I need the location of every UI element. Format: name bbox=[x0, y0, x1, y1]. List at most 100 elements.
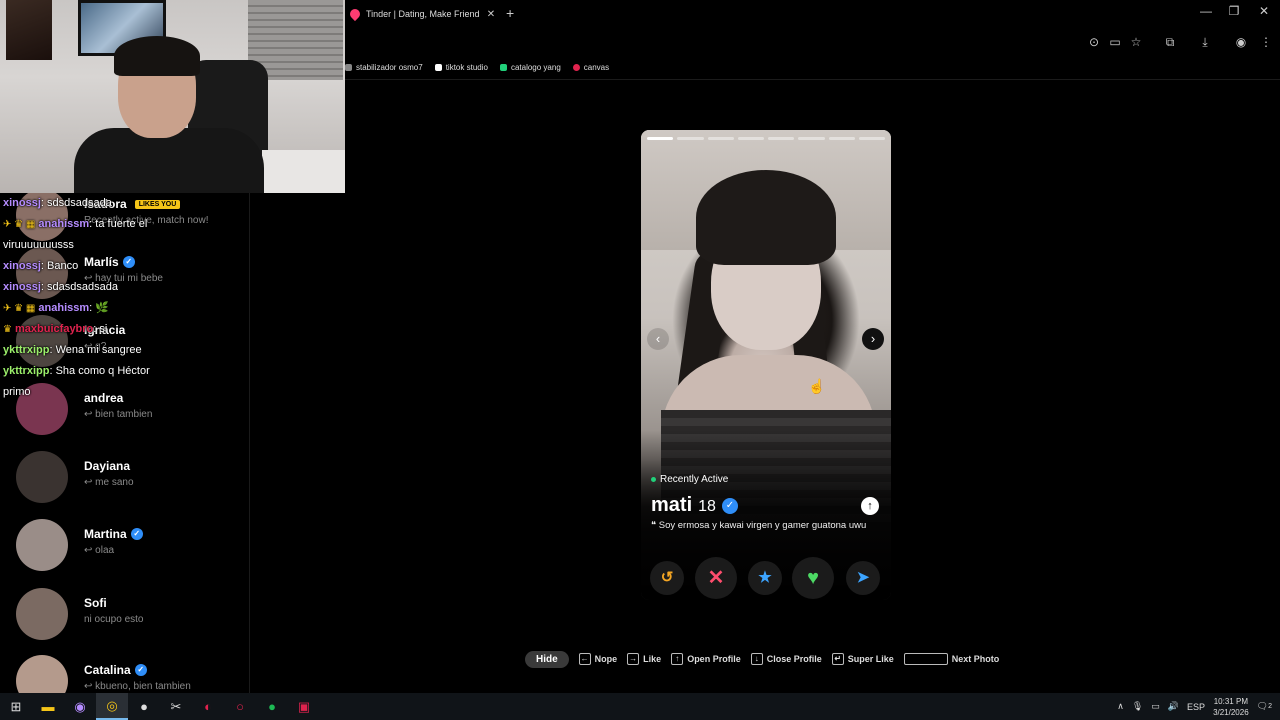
spotify-icon[interactable]: ● bbox=[256, 693, 288, 720]
start-icon[interactable]: ⊞ bbox=[0, 693, 32, 720]
bookmark-item[interactable]: canvas bbox=[572, 63, 609, 72]
new-tab-button[interactable]: + bbox=[506, 5, 514, 21]
clock-time: 10:31 PM bbox=[1213, 696, 1248, 706]
bookmark-label: stabilizador osmo7 bbox=[356, 62, 423, 72]
profile-bio: ❝ Soy ermosa y kawai virgen y gamer guat… bbox=[651, 520, 867, 531]
tray-chevron-icon[interactable]: ∧ bbox=[1117, 701, 1124, 712]
extensions-icon[interactable]: ⧉ bbox=[1163, 35, 1177, 49]
notifications-icon[interactable]: 🗨 bbox=[1257, 701, 1268, 712]
bookmark-icon bbox=[345, 63, 352, 71]
photo-progress-segment[interactable] bbox=[828, 137, 855, 140]
download-icon[interactable]: ⤓ bbox=[1198, 35, 1212, 49]
open-profile-button[interactable]: ↑ bbox=[861, 497, 879, 515]
hint-label: Open Profile bbox=[687, 654, 741, 664]
hide-shortcuts-button[interactable]: Hide bbox=[525, 650, 569, 668]
chat-username: anahissm bbox=[38, 218, 90, 230]
tab-bar: Tinder | Dating, Make Friends & ✕ + — ❐ … bbox=[345, 0, 1280, 27]
chat-text: : Sha como q Héctor bbox=[49, 365, 150, 377]
obs-icon[interactable]: ● bbox=[128, 693, 160, 720]
chrome-icon[interactable]: ◎ bbox=[96, 693, 128, 720]
match-name: Martina bbox=[84, 527, 127, 541]
chat-username: xinossj bbox=[3, 281, 41, 293]
chat-badges: ✈ ♛ ▦ bbox=[3, 219, 36, 230]
close-window-button[interactable]: ✕ bbox=[1254, 4, 1274, 18]
location-icon[interactable]: ⊙ bbox=[1087, 35, 1101, 49]
arrow-up-key-icon: ↑ bbox=[671, 653, 684, 665]
photo-progress-bar bbox=[647, 137, 885, 140]
tab-title: Tinder | Dating, Make Friends & bbox=[366, 9, 479, 19]
verified-icon: ✓ bbox=[134, 664, 147, 676]
bookmark-item[interactable]: catalogo yang bbox=[499, 63, 561, 72]
photo-progress-segment[interactable] bbox=[737, 137, 764, 140]
match-name: Dayiana bbox=[84, 459, 131, 473]
recently-active-status: Recently Active bbox=[651, 474, 728, 485]
hint-close-profile: ↓ Close Profile bbox=[750, 653, 822, 665]
hint-open-profile: ↑ Open Profile bbox=[671, 653, 741, 665]
photo-progress-segment[interactable] bbox=[707, 137, 734, 140]
photo-progress-segment[interactable] bbox=[768, 137, 795, 140]
bookmark-star-icon[interactable]: ☆ bbox=[1129, 35, 1143, 49]
match-item[interactable]: Martina ✓ ↩ olaa bbox=[16, 519, 246, 571]
next-photo-button[interactable]: › bbox=[862, 328, 884, 350]
volume-icon[interactable]: 🔊 bbox=[1168, 701, 1179, 712]
header-divider bbox=[250, 79, 1280, 80]
opera-icon[interactable]: ○ bbox=[224, 693, 256, 720]
microphone-icon[interactable]: 🎙 bbox=[1132, 701, 1143, 712]
photo-progress-segment[interactable] bbox=[858, 137, 885, 140]
match-name: Catalina bbox=[84, 663, 131, 677]
keyboard-shortcuts: Hide ← Nope → Like ↑ Open Profile ↓ Close Pr… bbox=[525, 649, 999, 669]
match-message: ↩ olaa bbox=[84, 545, 115, 556]
photo-progress-segment[interactable] bbox=[647, 137, 674, 140]
profile-name-row: mati 18 ✓ bbox=[651, 494, 738, 517]
clock[interactable]: 10:31 PM 3/21/2026 bbox=[1213, 696, 1249, 718]
hint-nope: ← Nope bbox=[578, 653, 617, 665]
stream-chat-overlay: xinossj: sdsdsadsada ✈ ♛ ▦ anahissm: ta … bbox=[3, 193, 248, 403]
language-indicator[interactable]: ESP bbox=[1187, 702, 1205, 712]
restore-button[interactable]: ❐ bbox=[1224, 4, 1244, 18]
wall-poster bbox=[6, 0, 52, 60]
arrow-down-key-icon: ↓ bbox=[750, 653, 763, 665]
match-item[interactable]: Dayiana ↩ me sano bbox=[16, 451, 246, 503]
capcut-icon[interactable]: ✂ bbox=[160, 693, 192, 720]
chat-username: maxbuicfaybro bbox=[15, 323, 94, 335]
file-explorer-icon[interactable]: ▬ bbox=[32, 693, 64, 720]
hint-label: Super Like bbox=[847, 654, 894, 664]
profile-card[interactable]: ‹ › Recently Active mati 18 ✓ ↑ ❝ Soy er… bbox=[641, 130, 891, 600]
match-message: ↩ kbueno, bien tambien bbox=[84, 681, 191, 692]
rewind-button[interactable]: ↺ bbox=[650, 561, 684, 595]
nope-button[interactable]: ✕ bbox=[695, 557, 737, 599]
bookmark-item[interactable]: stabilizador osmo7 bbox=[345, 63, 423, 72]
bookmark-icon bbox=[572, 63, 580, 71]
avatar bbox=[16, 655, 68, 693]
enter-key-icon: ↵ bbox=[831, 653, 844, 665]
boost-button[interactable]: ➤ bbox=[846, 561, 880, 595]
like-button[interactable]: ♥ bbox=[792, 557, 834, 599]
profile-avatar-icon[interactable]: ◉ bbox=[1234, 35, 1248, 49]
chat-text: : Banco bbox=[40, 260, 79, 272]
menu-kebab-icon[interactable]: ⋮ bbox=[1259, 35, 1273, 49]
prev-photo-button[interactable]: ‹ bbox=[647, 328, 669, 350]
hint-super-like: ↵ Super Like bbox=[831, 653, 894, 665]
chat-username: ykttrxipp bbox=[3, 344, 50, 356]
media-app-icon[interactable]: ▣ bbox=[288, 693, 320, 720]
photo-progress-segment[interactable] bbox=[677, 137, 704, 140]
tab-close-button[interactable]: ✕ bbox=[485, 9, 497, 20]
match-name: Sofi bbox=[84, 596, 107, 610]
chat-username: xinossj bbox=[3, 260, 41, 272]
streaming-app-icon[interactable]: ◉ bbox=[64, 693, 96, 720]
super-like-button[interactable]: ★ bbox=[748, 561, 782, 595]
profile-age: 18 bbox=[698, 498, 716, 515]
bookmark-item[interactable]: tiktok studio bbox=[434, 63, 488, 72]
match-item[interactable]: Sofi ni ocupo esto bbox=[16, 588, 246, 640]
chat-username: anahissm bbox=[38, 302, 90, 314]
photo-progress-segment[interactable] bbox=[798, 137, 825, 140]
match-item[interactable]: Catalina ✓ ↩ kbueno, bien tambien bbox=[16, 655, 246, 693]
cast-icon[interactable]: ▭ bbox=[1108, 35, 1122, 49]
network-icon[interactable]: ▭ bbox=[1151, 701, 1160, 712]
chat-text: : sdasdsadsada bbox=[40, 281, 118, 293]
webcam-overlay bbox=[0, 0, 345, 193]
match-message: ni ocupo esto bbox=[84, 614, 144, 625]
minimize-button[interactable]: — bbox=[1196, 4, 1216, 18]
tab-tinder[interactable]: Tinder | Dating, Make Friends & ✕ bbox=[345, 3, 497, 25]
app-icon[interactable]: ◐ bbox=[192, 693, 224, 720]
